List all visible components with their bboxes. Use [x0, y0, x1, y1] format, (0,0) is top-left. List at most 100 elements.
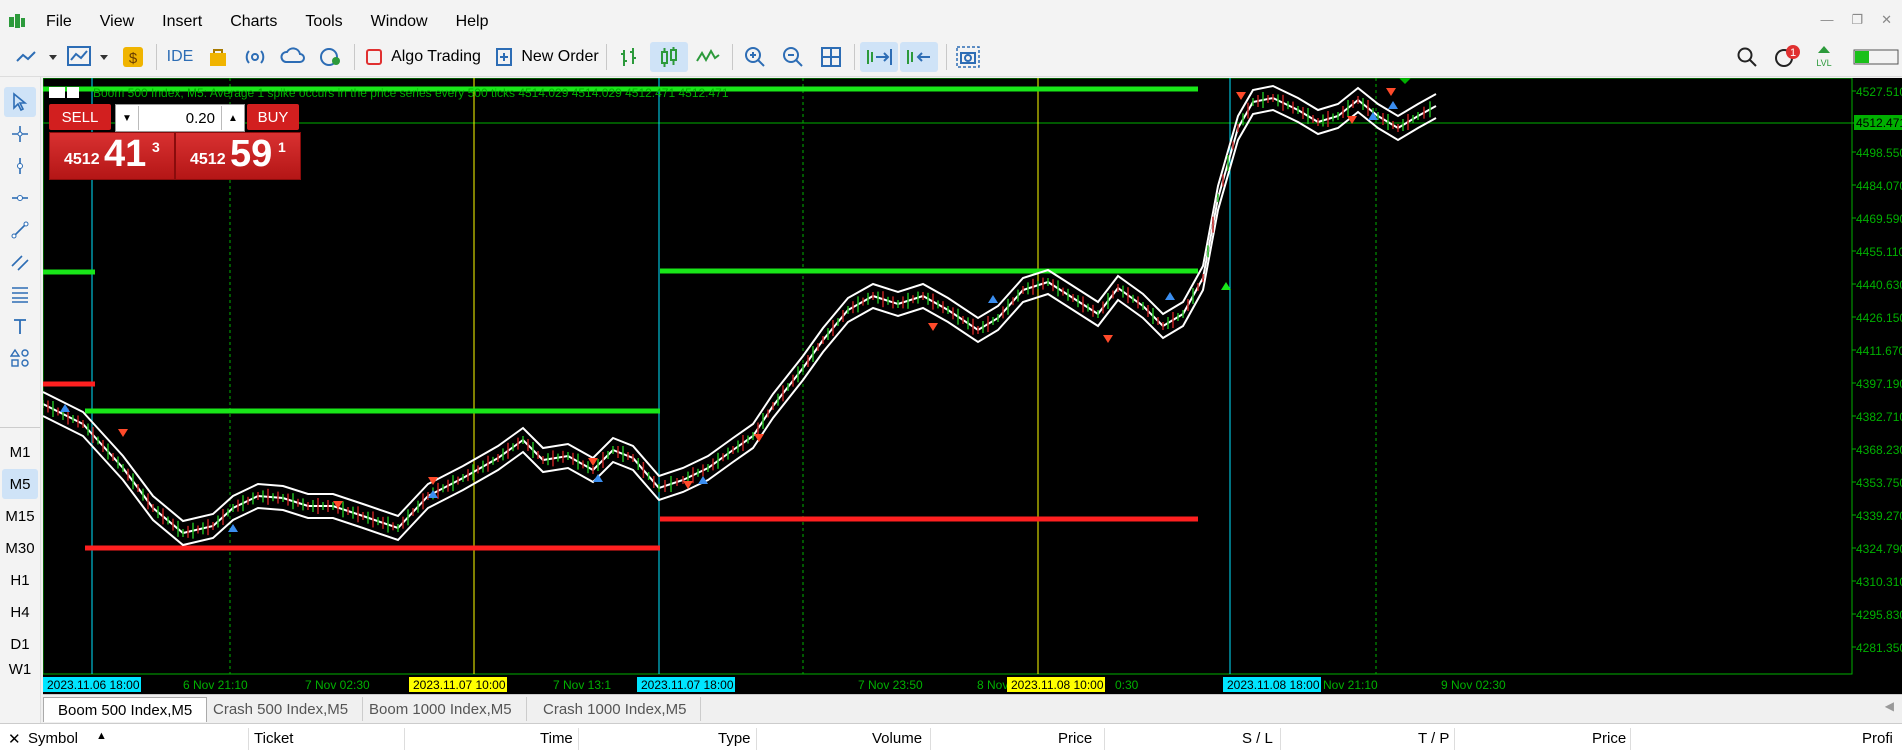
- crosshair-icon: [12, 126, 28, 142]
- close-panel-icon[interactable]: ✕: [8, 730, 21, 748]
- lot-increase-icon[interactable]: ▲: [221, 106, 244, 130]
- signal-arrow: [1388, 101, 1398, 109]
- col-symbol[interactable]: Symbol: [28, 730, 78, 747]
- screenshot-icon[interactable]: [952, 42, 984, 72]
- cursor-tool[interactable]: [4, 87, 36, 117]
- fibonacci-icon: [12, 287, 28, 303]
- timeframe-d1[interactable]: D1: [2, 629, 38, 659]
- one-click-toggle-icon[interactable]: [49, 87, 65, 98]
- col-price[interactable]: Price: [1058, 730, 1092, 747]
- lot-value[interactable]: 0.20: [139, 110, 221, 127]
- col-current-price[interactable]: Price: [1592, 730, 1626, 747]
- menu-charts[interactable]: Charts: [216, 13, 291, 31]
- price-chart[interactable]: 4527.510 4512.471 4498.550 4484.070 4469.590…: [43, 78, 1902, 694]
- zoom-in-icon[interactable]: [740, 42, 770, 72]
- chart-canvas[interactable]: 4527.510 4512.471 4498.550 4484.070 4469.590…: [43, 78, 1902, 694]
- menu-tools[interactable]: Tools: [291, 13, 356, 31]
- chart-properties-icon[interactable]: [67, 87, 79, 98]
- fibonacci-tool[interactable]: [4, 279, 36, 309]
- timeframe-h1[interactable]: H1: [2, 565, 38, 595]
- timeframe-m15[interactable]: M15: [2, 501, 38, 531]
- vps-icon[interactable]: [316, 42, 346, 72]
- candlestick-icon[interactable]: [650, 42, 688, 72]
- dollar-icon[interactable]: $: [118, 42, 148, 72]
- restore-icon[interactable]: ❐: [1851, 12, 1863, 28]
- cloud-icon[interactable]: [278, 42, 308, 72]
- signals-icon[interactable]: [240, 42, 270, 72]
- trendline-tool[interactable]: [4, 215, 36, 245]
- sort-asc-icon[interactable]: ▲: [96, 730, 107, 742]
- time-highlight-label: 2023.11.08 10:00: [1011, 678, 1104, 692]
- col-ticket[interactable]: Ticket: [254, 730, 293, 747]
- timeframe-h4[interactable]: H4: [2, 597, 38, 627]
- ask-prefix: 4512: [190, 151, 226, 168]
- menu-window[interactable]: Window: [357, 13, 442, 31]
- chart-shift-icon[interactable]: [860, 42, 898, 72]
- menu-insert[interactable]: Insert: [148, 13, 216, 31]
- buy-button[interactable]: BUY: [247, 104, 299, 130]
- lot-size-input[interactable]: ▼ 0.20 ▲: [115, 104, 245, 132]
- signal-arrow: [1165, 292, 1175, 300]
- lvl-icon[interactable]: LVL: [1810, 42, 1838, 72]
- crosshair-tool[interactable]: [4, 119, 36, 149]
- timeframe-m5[interactable]: M5: [2, 469, 38, 499]
- cursor-icon: [13, 92, 28, 112]
- tab-boom-500[interactable]: Boom 500 Index,M5: [43, 697, 208, 722]
- bar-chart-icon[interactable]: [614, 42, 646, 72]
- col-time[interactable]: Time: [540, 730, 573, 747]
- timeframe-m1[interactable]: M1: [2, 437, 38, 467]
- channel-tool[interactable]: [4, 247, 36, 277]
- search-icon[interactable]: [1732, 42, 1762, 72]
- current-price-label: 4512.471: [1856, 116, 1902, 130]
- bid-price-box[interactable]: 4512 41 3: [49, 132, 175, 180]
- tab-crash-1000[interactable]: Crash 1000 Index,M5: [529, 697, 702, 721]
- menu-file[interactable]: File: [32, 13, 86, 31]
- app-icon: [9, 14, 25, 28]
- time-highlight-label: 2023.11.08 18:00: [1227, 678, 1320, 692]
- col-sl[interactable]: S / L: [1242, 730, 1273, 747]
- menu-help[interactable]: Help: [442, 13, 503, 31]
- col-tp[interactable]: T / P: [1418, 730, 1449, 747]
- tab-crash-500[interactable]: Crash 500 Index,M5: [199, 697, 364, 721]
- auto-scroll-icon[interactable]: [900, 42, 938, 72]
- new-order-icon: [496, 48, 513, 66]
- lot-decrease-icon[interactable]: ▼: [116, 106, 139, 130]
- chart-end-marker: [1399, 78, 1411, 84]
- timeframe-m30[interactable]: M30: [2, 533, 38, 563]
- tab-boom-1000[interactable]: Boom 1000 Index,M5: [355, 697, 527, 721]
- shapes-tool[interactable]: [4, 343, 36, 373]
- signal-arrow: [754, 434, 764, 442]
- signal-arrow: [118, 429, 128, 437]
- col-volume[interactable]: Volume: [872, 730, 922, 747]
- market-bag-icon[interactable]: [204, 42, 232, 72]
- close-icon[interactable]: ✕: [1881, 12, 1892, 28]
- notifications-icon[interactable]: 1: [1772, 42, 1802, 72]
- algo-trading-button[interactable]: Algo Trading: [360, 42, 486, 72]
- text-tool[interactable]: [4, 311, 36, 341]
- price-label: 4382.710: [1856, 410, 1902, 424]
- minimize-icon[interactable]: —: [1820, 12, 1833, 28]
- zoom-out-icon[interactable]: [778, 42, 808, 72]
- ask-price-box[interactable]: 4512 59 1: [175, 132, 301, 180]
- col-type[interactable]: Type: [718, 730, 751, 747]
- shapes-icon: [10, 348, 29, 367]
- signal-arrow: [1103, 335, 1113, 343]
- price-label: 4324.790: [1856, 542, 1902, 556]
- new-order-button[interactable]: New Order: [494, 42, 600, 72]
- menu-view[interactable]: View: [86, 13, 148, 31]
- tile-windows-icon[interactable]: [816, 42, 846, 72]
- indicators-button[interactable]: [64, 42, 114, 72]
- vertical-line-tool[interactable]: [4, 151, 36, 181]
- tab-scroll-left-icon[interactable]: ◀: [1885, 699, 1894, 713]
- ide-button[interactable]: IDE: [162, 42, 198, 72]
- price-label: 4440.630: [1856, 278, 1902, 292]
- timeframe-w1[interactable]: W1: [2, 661, 38, 677]
- time-label: 7 Nov 02:30: [305, 678, 370, 692]
- col-profit[interactable]: Profi: [1862, 730, 1893, 747]
- chart-tabs: Boom 500 Index,M5 Crash 500 Index,M5 Boo…: [43, 694, 1902, 723]
- chart-type-button[interactable]: [14, 42, 60, 72]
- signal-arrow: [988, 295, 998, 303]
- horizontal-line-tool[interactable]: [4, 183, 36, 213]
- sell-button[interactable]: SELL: [49, 104, 111, 130]
- line-chart-icon[interactable]: [692, 42, 724, 72]
